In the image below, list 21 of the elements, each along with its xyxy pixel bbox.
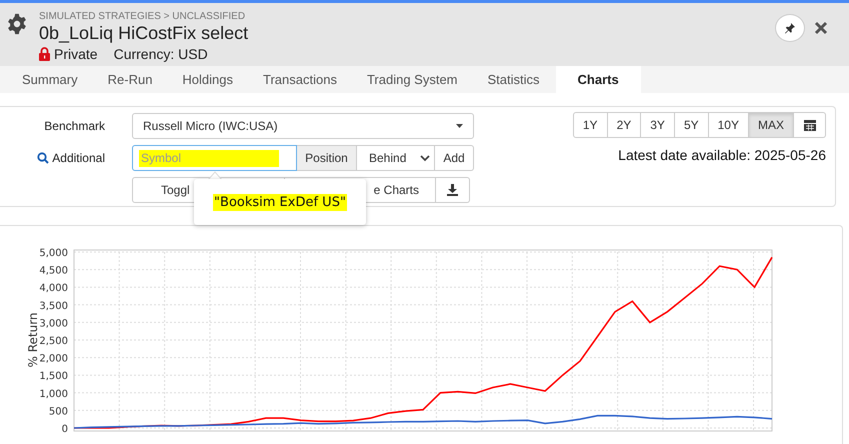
tooltip-text: "Booksim ExDef US" (213, 194, 347, 210)
y-tick-label: 1,500 (39, 371, 68, 382)
currency-label: Currency: USD (114, 46, 208, 62)
position-label: Position (297, 145, 357, 171)
y-tick-label: 3,000 (39, 318, 68, 330)
y-tick-label: 0 (62, 424, 68, 435)
y-tick-label: 5,000 (39, 248, 68, 259)
y-tick-label: 4,500 (39, 266, 68, 277)
y-tick-label: 3,500 (39, 300, 68, 312)
y-tick-label: 500 (48, 406, 68, 418)
breadcrumb: SIMULATED STRATEGIES > UNCLASSIFIED (39, 11, 246, 22)
latest-date: Latest date available: 2025-05-26 (618, 147, 826, 163)
y-tick-label: 2,000 (39, 354, 68, 365)
y-tick-label: 2,500 (39, 336, 68, 347)
y-axis-title: % Return (26, 312, 40, 368)
privacy-label: Private (54, 46, 98, 62)
benchmark-label: Benchmark (43, 118, 106, 135)
y-tick-label: 4,000 (39, 283, 68, 294)
additional-label: Additional (52, 151, 105, 165)
strategy-title: 0b_LoLiq HiCostFix select (39, 23, 248, 44)
y-tick-label: 1,000 (39, 388, 68, 400)
